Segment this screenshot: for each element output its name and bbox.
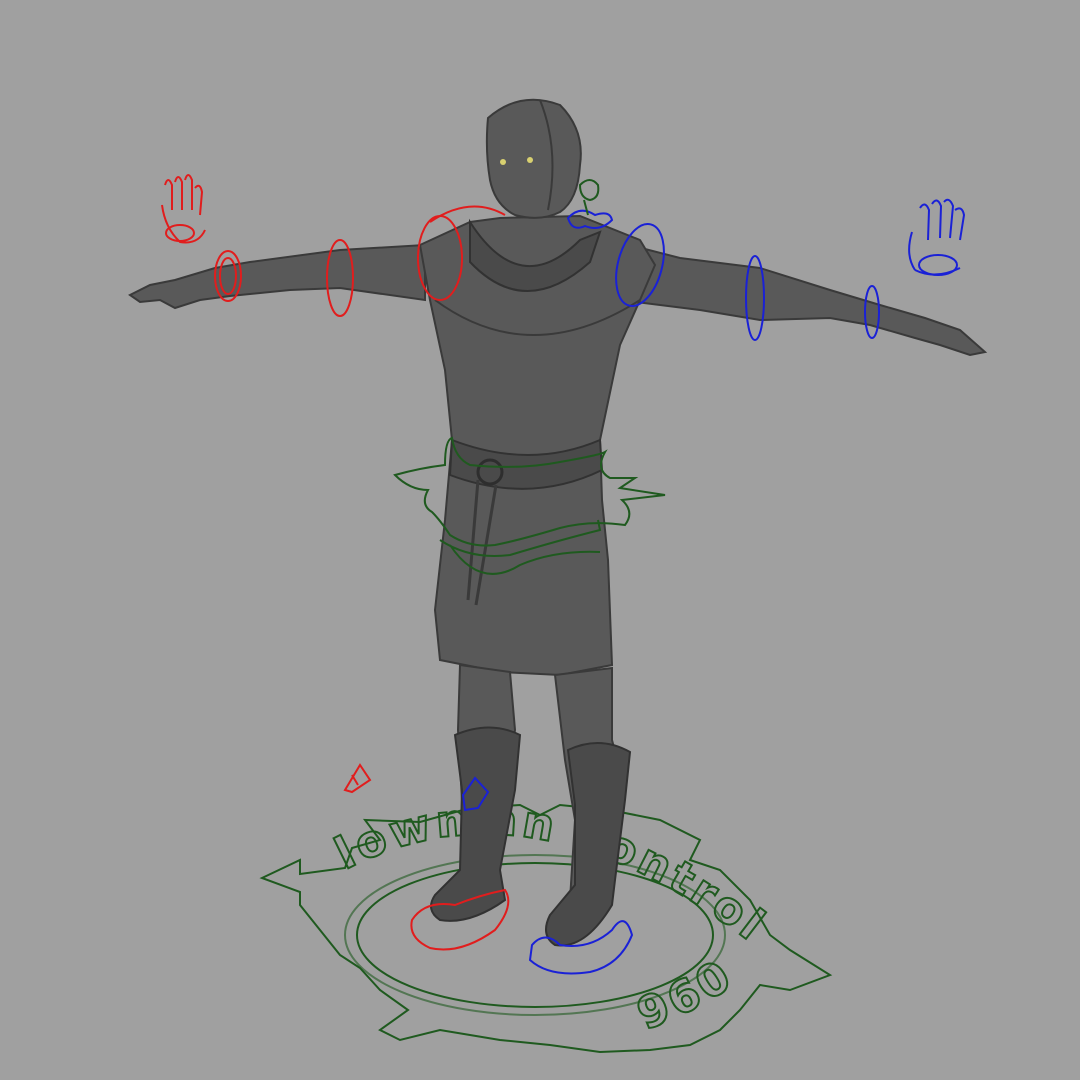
viewport-3d[interactable]: lowman control 960: [0, 0, 1080, 1080]
root-ring-label-bottom: 960: [630, 949, 743, 1040]
left-hand-control-icon[interactable]: [161, 174, 206, 244]
right-hand-control-icon[interactable]: [908, 198, 966, 276]
eye-right: [527, 157, 533, 163]
scene-svg[interactable]: lowman control 960: [0, 0, 1080, 1080]
eye-left: [500, 159, 506, 165]
arm-left[interactable]: [128, 243, 426, 310]
head[interactable]: [485, 98, 582, 219]
left-foot-flag-icon[interactable]: [343, 763, 372, 794]
belt-buckle: [476, 458, 504, 486]
